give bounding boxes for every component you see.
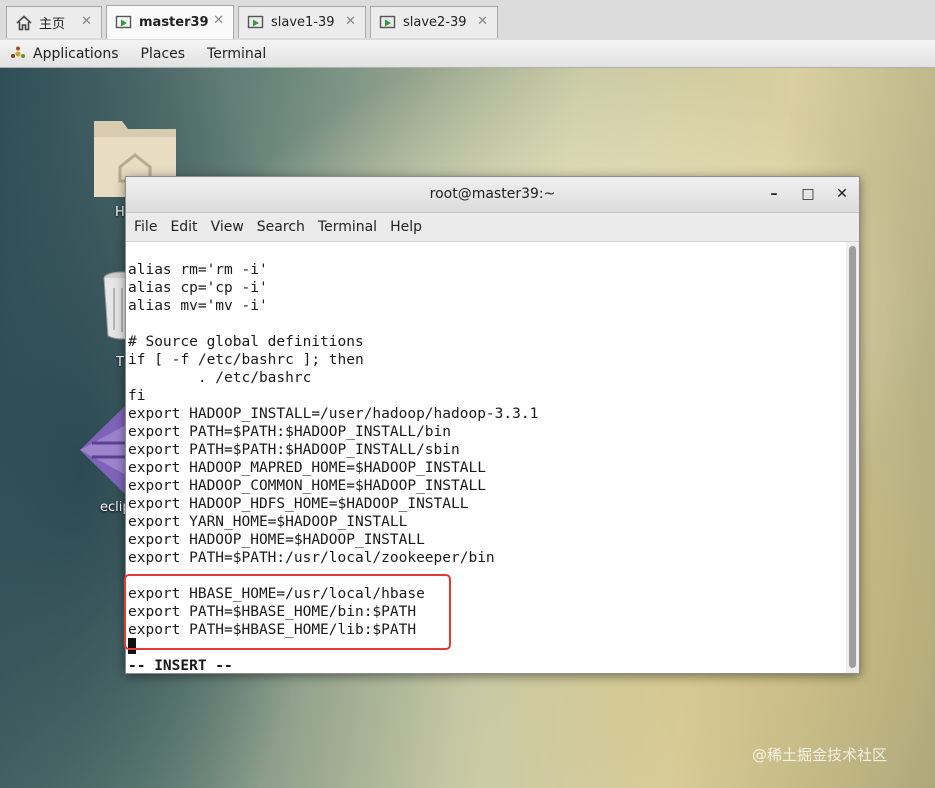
terminal-line: export PATH=$PATH:/usr/local/zookeeper/b… xyxy=(128,550,495,566)
tab-label: slave1-39 xyxy=(271,15,335,30)
close-icon[interactable]: ✕ xyxy=(345,14,356,29)
vim-insert-mode-indicator: -- INSERT -- xyxy=(128,658,233,674)
terminal-line: export PATH=$PATH:$HADOOP_INSTALL/sbin xyxy=(128,442,460,458)
menu-help[interactable]: Help xyxy=(390,219,422,235)
terminal-line: if [ -f /etc/bashrc ]; then xyxy=(128,352,364,368)
home-icon xyxy=(15,14,33,32)
terminal-line: alias mv='mv -i' xyxy=(128,298,268,314)
desktop-icon-label: T xyxy=(116,355,124,370)
menu-file[interactable]: File xyxy=(134,219,157,235)
terminal-menu[interactable]: Terminal xyxy=(207,46,266,62)
eclipse-icon[interactable] xyxy=(78,405,128,499)
tab-home[interactable]: 主页 ✕ xyxy=(6,6,102,38)
window-title: root@master39:~ xyxy=(429,186,556,202)
terminal-line: alias rm='rm -i' xyxy=(128,262,268,278)
vm-tab-strip: 主页 ✕ master39 ✕ slave1-39 ✕ slave2-39 ✕ xyxy=(0,0,935,41)
close-icon[interactable]: ✕ xyxy=(213,13,224,28)
places-menu[interactable]: Places xyxy=(141,46,186,62)
terminal-line: export YARN_HOME=$HADOOP_INSTALL xyxy=(128,514,408,530)
close-icon[interactable]: ✕ xyxy=(477,14,488,29)
terminal-line: export HADOOP_MAPRED_HOME=$HADOOP_INSTAL… xyxy=(128,460,486,476)
vm-running-icon xyxy=(379,14,397,32)
terminal-line: export HADOOP_INSTALL=/user/hadoop/hadoo… xyxy=(128,406,539,422)
menu-view[interactable]: View xyxy=(211,219,244,235)
menu-terminal[interactable]: Terminal xyxy=(318,219,377,235)
menu-search[interactable]: Search xyxy=(257,219,305,235)
close-button[interactable]: ✕ xyxy=(833,185,851,203)
tab-label: slave2-39 xyxy=(403,15,467,30)
terminal-line: export PATH=$PATH:$HADOOP_INSTALL/bin xyxy=(128,424,452,440)
tab-label: master39 xyxy=(139,15,209,30)
watermark: @稀土掘金技术社区 xyxy=(752,746,888,764)
desktop-icon-label: H xyxy=(115,205,125,220)
terminal-line: fi xyxy=(128,388,146,404)
terminal-menubar: File Edit View Search Terminal Help xyxy=(126,213,859,242)
scrollbar-thumb[interactable] xyxy=(849,246,856,668)
window-titlebar[interactable]: root@master39:~ – □ ✕ xyxy=(126,177,859,213)
terminal-line: export HADOOP_HDFS_HOME=$HADOOP_INSTALL xyxy=(128,496,469,512)
gnome-top-bar: Applications Places Terminal xyxy=(0,40,935,68)
close-icon[interactable]: ✕ xyxy=(81,14,92,29)
highlight-annotation-box xyxy=(124,574,451,650)
applications-menu[interactable]: Applications xyxy=(33,46,119,62)
minimize-button[interactable]: – xyxy=(765,185,783,203)
terminal-line: . /etc/bashrc xyxy=(128,370,312,386)
maximize-button[interactable]: □ xyxy=(799,185,817,203)
terminal-line: export HADOOP_HOME=$HADOOP_INSTALL xyxy=(128,532,425,548)
tab-slave2-39[interactable]: slave2-39 ✕ xyxy=(370,6,498,38)
vm-running-icon xyxy=(115,14,133,32)
tab-slave1-39[interactable]: slave1-39 ✕ xyxy=(238,6,366,38)
terminal-line: # Source global definitions xyxy=(128,334,364,350)
tab-label: 主页 xyxy=(39,17,66,32)
tab-master39[interactable]: master39 ✕ xyxy=(106,5,234,39)
terminal-line: export HADOOP_COMMON_HOME=$HADOOP_INSTAL… xyxy=(128,478,486,494)
terminal-scrollbar[interactable] xyxy=(846,242,859,673)
applications-icon xyxy=(10,46,26,62)
menu-edit[interactable]: Edit xyxy=(170,219,197,235)
vm-running-icon xyxy=(247,14,265,32)
terminal-line: alias cp='cp -i' xyxy=(128,280,268,296)
